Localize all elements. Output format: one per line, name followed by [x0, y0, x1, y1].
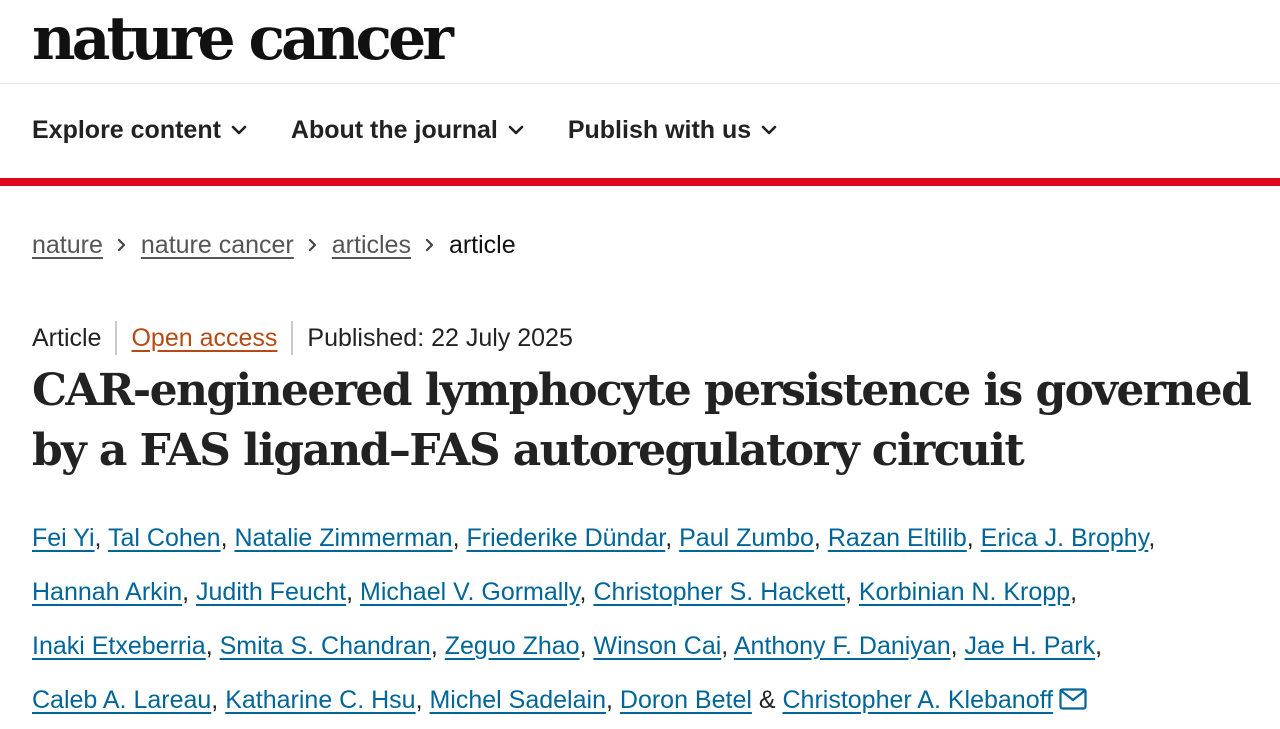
breadcrumb-articles[interactable]: articles	[332, 231, 411, 260]
author-link[interactable]: Michael V. Gormally	[360, 578, 580, 606]
nav-publish-with-us[interactable]: Publish with us	[568, 116, 777, 145]
author-link[interactable]: Korbinian N. Kropp	[859, 578, 1070, 606]
author-link[interactable]: Caleb A. Lareau	[32, 686, 211, 714]
nav-explore-content[interactable]: Explore content	[32, 116, 247, 145]
author-link[interactable]: Christopher A. Klebanoff	[783, 686, 1054, 714]
author-link[interactable]: Smita S. Chandran	[220, 632, 431, 660]
nav-label: About the journal	[290, 115, 498, 144]
nav-about-the-journal[interactable]: About the journal	[291, 116, 524, 145]
author-link[interactable]: Judith Feucht	[196, 578, 346, 606]
main-nav: Explore content About the journal Publis…	[0, 84, 1280, 178]
masthead: nature cancer	[0, 0, 1280, 84]
author-link[interactable]: Inaki Etxeberria	[32, 632, 206, 660]
breadcrumb-nature[interactable]: nature	[32, 231, 103, 260]
author-link[interactable]: Michel Sadelain	[429, 686, 606, 714]
author-link[interactable]: Razan Eltilib	[828, 524, 967, 552]
breadcrumb: nature nature cancer articles article	[32, 226, 1280, 264]
meta-divider	[115, 321, 118, 355]
chevron-right-icon	[425, 238, 435, 252]
author-link[interactable]: Christopher S. Hackett	[593, 578, 845, 606]
nav-label: Publish with us	[567, 115, 752, 144]
author-link[interactable]: Winson Cai	[593, 632, 721, 660]
author-list: Fei Yi, Tal Cohen, Natalie Zimmerman, Fr…	[32, 511, 1257, 729]
article-title: CAR-engineered lymphocyte persistence is…	[32, 365, 1252, 476]
meta-divider	[291, 321, 294, 355]
author-link[interactable]: Hannah Arkin	[32, 578, 182, 606]
author-link[interactable]: Zeguo Zhao	[445, 632, 580, 660]
journal-logo[interactable]: nature cancer	[32, 2, 454, 76]
author-link[interactable]: Paul Zumbo	[679, 524, 814, 552]
chevron-down-icon	[761, 125, 777, 135]
author-link[interactable]: Doron Betel	[620, 686, 752, 714]
open-access-link[interactable]: Open access	[131, 324, 277, 353]
author-link[interactable]: Fei Yi	[32, 524, 95, 552]
envelope-icon[interactable]	[1059, 675, 1087, 729]
author-link[interactable]: Friederike Dündar	[466, 524, 665, 552]
author-link[interactable]: Tal Cohen	[108, 524, 221, 552]
author-link[interactable]: Katharine C. Hsu	[225, 686, 415, 714]
author-link[interactable]: Anthony F. Daniyan	[734, 632, 951, 660]
author-link[interactable]: Natalie Zimmerman	[234, 524, 452, 552]
author-link[interactable]: Jae H. Park	[965, 632, 1096, 660]
published-date: Published: 22 July 2025	[307, 323, 573, 352]
breadcrumb-nature-cancer[interactable]: nature cancer	[141, 231, 294, 260]
article-type: Article	[32, 323, 102, 352]
article-meta: Article Open access Published: 22 July 2…	[32, 321, 1280, 355]
nav-label: Explore content	[32, 115, 221, 144]
chevron-right-icon	[117, 238, 127, 252]
chevron-right-icon	[308, 238, 318, 252]
chevron-down-icon	[508, 125, 524, 135]
chevron-down-icon	[231, 125, 247, 135]
author-link[interactable]: Erica J. Brophy	[981, 524, 1149, 552]
accent-bar	[0, 178, 1280, 186]
breadcrumb-current: article	[448, 230, 516, 259]
